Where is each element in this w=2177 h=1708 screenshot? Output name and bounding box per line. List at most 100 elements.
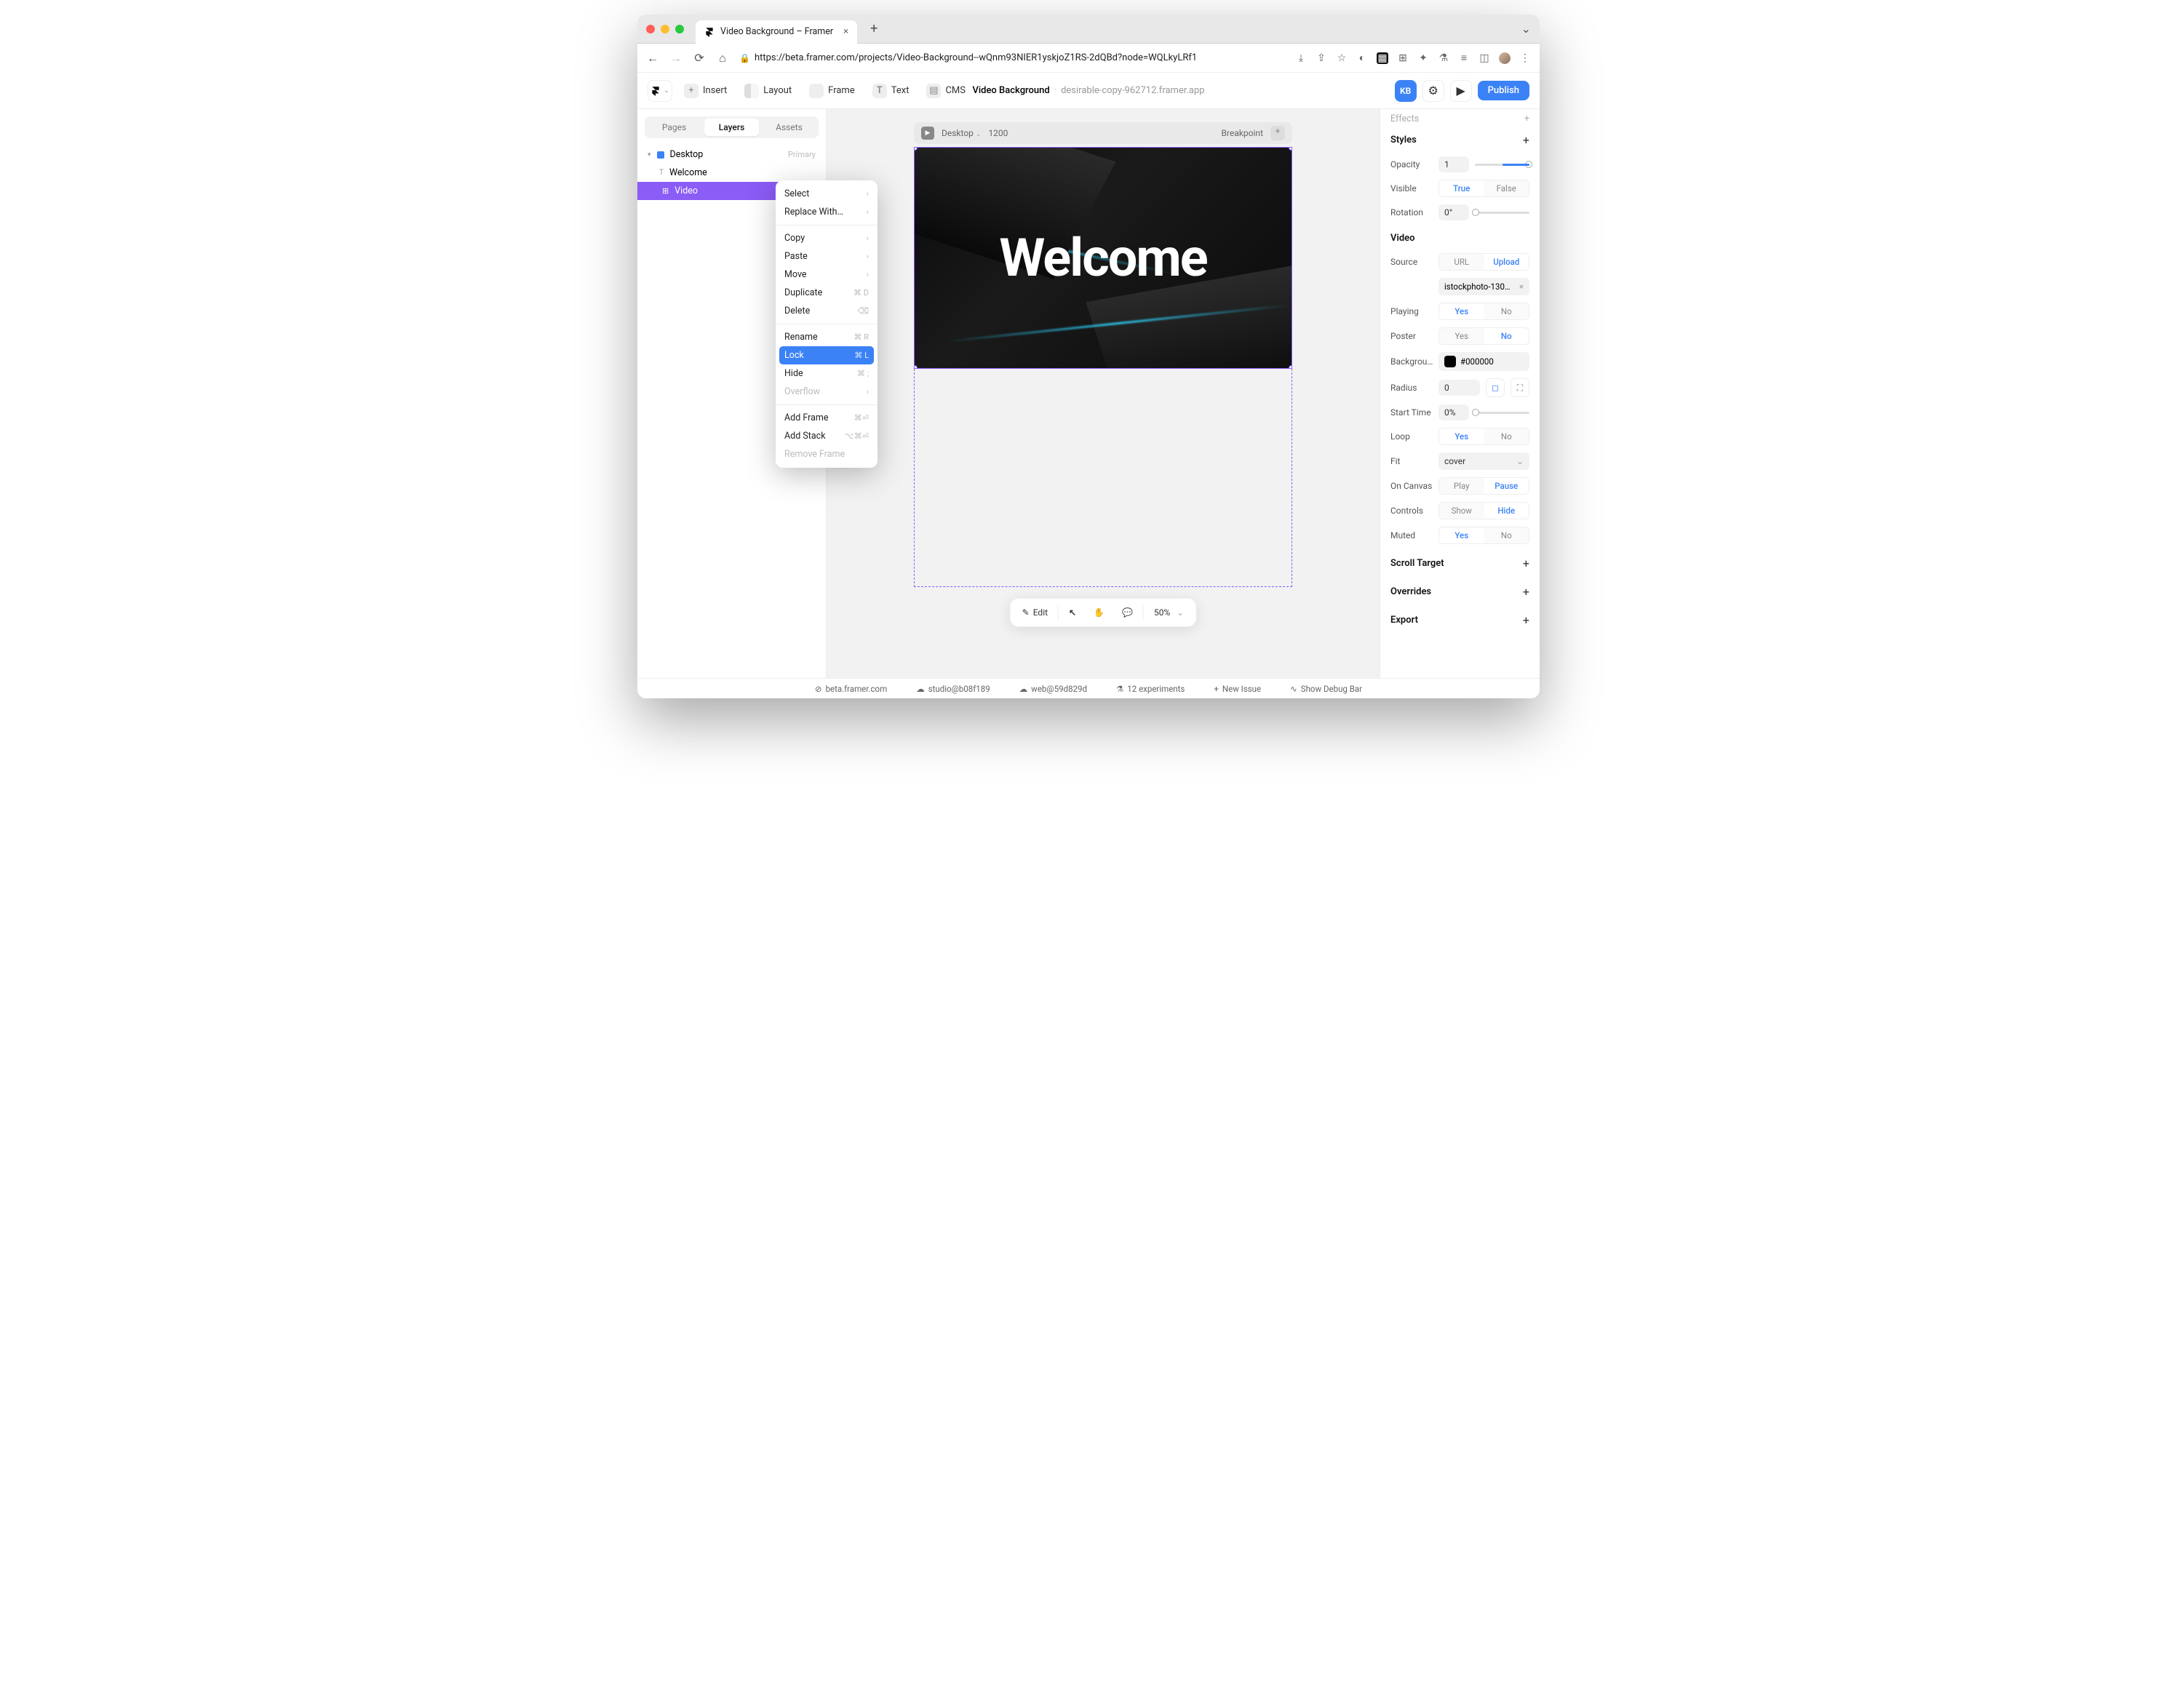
opacity-input[interactable]: 1 (1438, 156, 1469, 172)
browser-tab[interactable]: Video Background – Framer × (696, 20, 857, 44)
zoom-dropdown[interactable]: 50%⌄ (1147, 603, 1191, 622)
add-breakpoint-button[interactable]: + (1270, 126, 1285, 140)
maximize-window-icon[interactable] (675, 25, 684, 33)
insert-button[interactable]: +Insert (678, 80, 733, 102)
side-panel-icon[interactable]: ◫ (1478, 52, 1490, 64)
ctx-add-frame[interactable]: Add Frame⌘⏎ (776, 409, 877, 427)
bookmark-icon[interactable]: ☆ (1336, 52, 1348, 64)
selection-handle[interactable] (1289, 365, 1292, 369)
background-color[interactable]: #000000 (1438, 352, 1529, 371)
radius-input[interactable]: 0 (1438, 380, 1480, 396)
prop-poster: Poster YesNo (1380, 324, 1540, 348)
canvas-frame[interactable]: Welcome (914, 147, 1292, 587)
canvas[interactable]: ▶ Desktop ⌄ 1200 Breakpoint + Welcome (827, 109, 1380, 678)
ctx-copy[interactable]: Copy› (776, 229, 877, 247)
oncanvas-toggle[interactable]: PlayPause (1438, 477, 1529, 495)
url-field[interactable]: 🔒 https://beta.framer.com/projects/Video… (739, 52, 1285, 63)
rotation-slider[interactable] (1475, 212, 1529, 214)
start-input[interactable]: 0% (1438, 404, 1469, 420)
rotation-input[interactable]: 0° (1438, 204, 1469, 220)
project-title[interactable]: Video Background · desirable-copy-962712… (972, 85, 1204, 96)
ext-2-icon[interactable]: ▦ (1377, 52, 1388, 64)
close-tab-icon[interactable]: × (843, 26, 848, 37)
ctx-move[interactable]: Move› (776, 266, 877, 284)
layer-welcome[interactable]: T Welcome (637, 164, 826, 182)
poster-toggle[interactable]: YesNo (1438, 327, 1529, 345)
close-window-icon[interactable] (646, 25, 655, 33)
status-new-issue[interactable]: +New Issue (1214, 684, 1261, 694)
loop-toggle[interactable]: YesNo (1438, 428, 1529, 445)
prop-fit: Fit cover⌄ (1380, 449, 1540, 474)
ext-3-icon[interactable]: ⊞ (1397, 52, 1409, 64)
playing-toggle[interactable]: YesNo (1438, 303, 1529, 320)
tab-pages[interactable]: Pages (647, 119, 701, 136)
cms-button[interactable]: ▤CMS (920, 80, 971, 102)
ctx-delete[interactable]: Delete⌫ (776, 302, 877, 320)
play-icon[interactable]: ▶ (921, 127, 934, 140)
ctx-rename[interactable]: Rename⌘ R (776, 328, 877, 346)
breakpoint-name[interactable]: Desktop ⌄ (942, 128, 981, 138)
layer-desktop[interactable]: ▾ Desktop Primary (637, 145, 826, 164)
settings-button[interactable]: ⚙ (1422, 80, 1444, 102)
ctx-hide[interactable]: Hide⌘ ; (776, 364, 877, 383)
ext-5-icon[interactable]: ≡ (1458, 52, 1470, 64)
extensions-puzzle-icon[interactable]: ✦ (1417, 52, 1429, 64)
controls-toggle[interactable]: ShowHide (1438, 502, 1529, 519)
profile-avatar[interactable] (1499, 52, 1511, 64)
ext-1-icon[interactable]: ◐ (1356, 52, 1368, 64)
section-styles[interactable]: Styles+ (1380, 124, 1540, 153)
ctx-lock[interactable]: Lock⌘ L (779, 346, 874, 364)
new-tab-button[interactable]: + (870, 21, 877, 36)
source-file-chip[interactable]: istockphoto-130…× (1438, 278, 1529, 295)
back-button[interactable]: ← (646, 51, 659, 65)
pointer-tool[interactable]: ↖ (1062, 603, 1083, 622)
tabs-dropdown-icon[interactable]: ⌄ (1521, 22, 1531, 36)
ctx-paste[interactable]: Paste› (776, 247, 877, 266)
ctx-add-stack[interactable]: Add Stack⌥⌘⏎ (776, 427, 877, 445)
hand-tool[interactable]: ✋ (1086, 603, 1112, 622)
video-hero[interactable]: Welcome (914, 147, 1292, 369)
tab-assets[interactable]: Assets (762, 119, 816, 136)
status-studio[interactable]: ☁studio@b08f189 (916, 684, 990, 694)
app-menu-button[interactable]: ⌄ (648, 80, 672, 102)
section-export[interactable]: Export+ (1380, 604, 1540, 633)
start-slider[interactable] (1475, 412, 1529, 414)
section-overrides[interactable]: Overrides+ (1380, 576, 1540, 604)
kebab-menu-icon[interactable]: ⋮ (1519, 52, 1531, 64)
radius-uniform-icon[interactable]: ◻ (1486, 378, 1505, 397)
home-button[interactable]: ⌂ (716, 51, 729, 65)
forward-button[interactable]: → (669, 51, 682, 65)
minimize-window-icon[interactable] (661, 25, 669, 33)
section-scroll-target[interactable]: Scroll Target+ (1380, 548, 1540, 576)
share-icon[interactable]: ⇪ (1316, 52, 1327, 64)
source-toggle[interactable]: URL Upload (1438, 253, 1529, 271)
layout-button[interactable]: Layout (739, 80, 797, 102)
section-effects[interactable]: Effects+ (1380, 109, 1540, 124)
ctx-replace[interactable]: Replace With…› (776, 203, 877, 221)
preview-button[interactable]: ▶ (1450, 80, 1472, 102)
ctx-duplicate[interactable]: Duplicate⌘ D (776, 284, 877, 302)
reload-button[interactable]: ⟳ (693, 51, 706, 65)
text-button[interactable]: TText (867, 80, 915, 102)
publish-button[interactable]: Publish (1478, 81, 1529, 100)
tab-layers[interactable]: Layers (704, 119, 759, 136)
ctx-select[interactable]: Select› (776, 185, 877, 203)
install-icon[interactable]: ⤓ (1295, 52, 1307, 64)
fit-select[interactable]: cover⌄ (1438, 452, 1529, 470)
muted-toggle[interactable]: YesNo (1438, 527, 1529, 544)
opacity-slider[interactable] (1475, 164, 1529, 166)
status-debug[interactable]: ∿Show Debug Bar (1290, 684, 1362, 694)
visible-toggle[interactable]: True False (1438, 180, 1529, 197)
radius-individual-icon[interactable]: ⛶ (1511, 378, 1529, 397)
user-badge[interactable]: KB (1395, 80, 1417, 102)
status-experiments[interactable]: ⚗12 experiments (1116, 684, 1185, 694)
selection-handle[interactable] (1289, 147, 1292, 151)
selection-handle[interactable] (914, 365, 918, 369)
frame-button[interactable]: Frame (803, 80, 861, 102)
comment-tool[interactable]: 💬 (1115, 603, 1140, 622)
status-web[interactable]: ☁web@59d829d (1019, 684, 1087, 694)
status-host[interactable]: ⊘beta.framer.com (815, 684, 887, 694)
ext-4-icon[interactable]: ⚗ (1438, 52, 1449, 64)
remove-file-icon[interactable]: × (1519, 282, 1524, 292)
edit-button[interactable]: ✎Edit (1015, 603, 1055, 622)
